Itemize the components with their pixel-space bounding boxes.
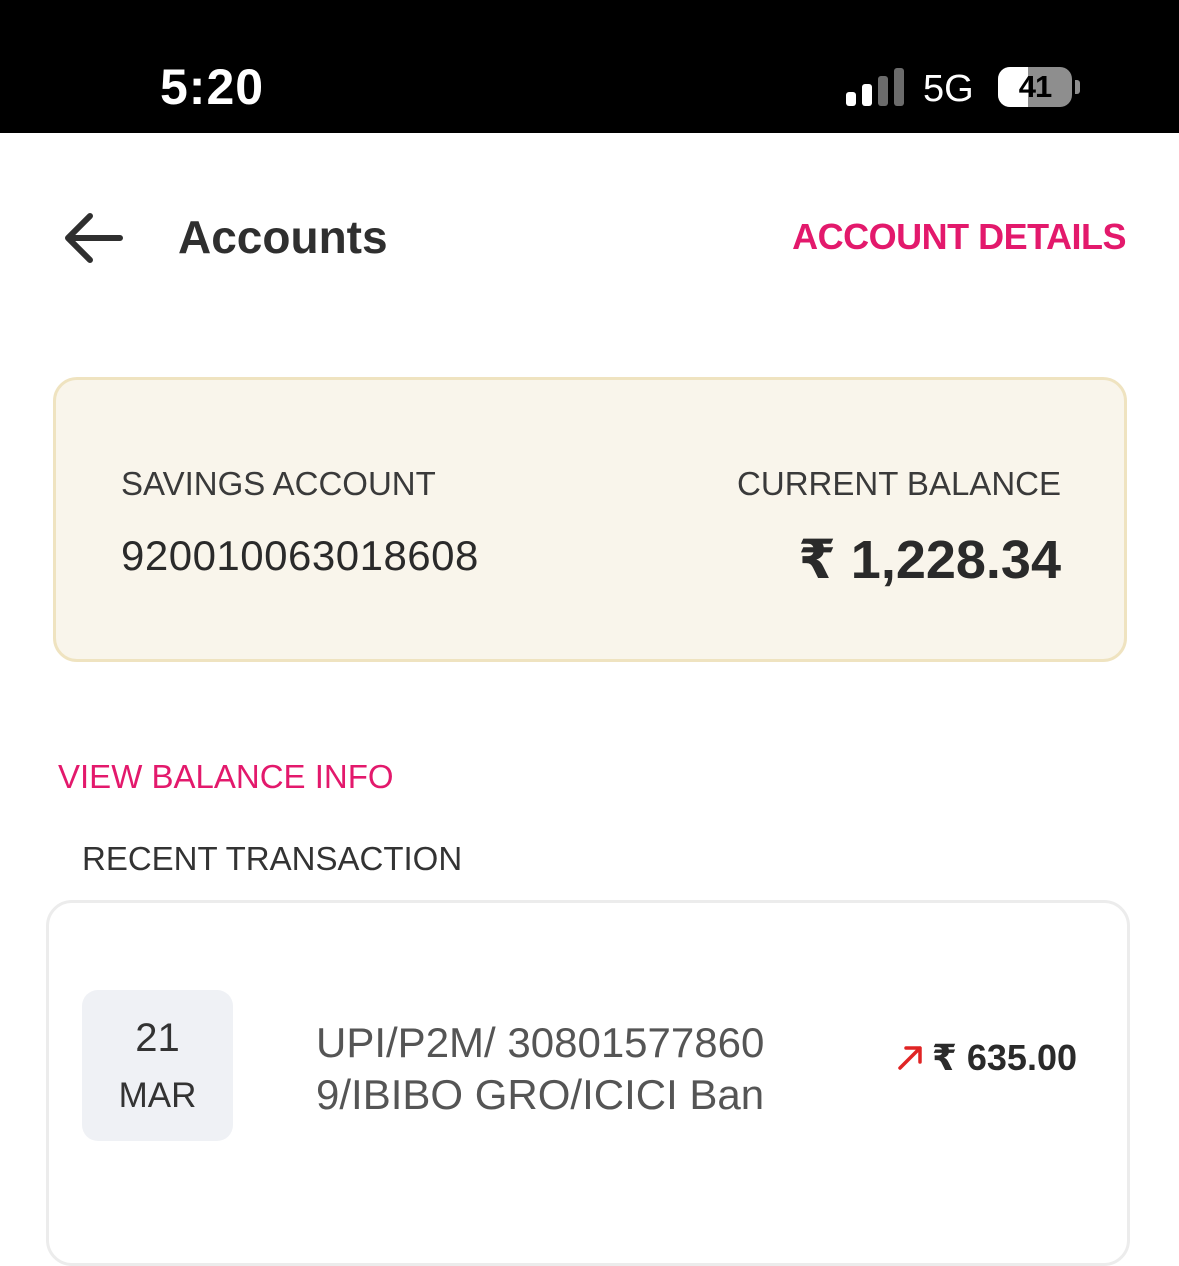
arrow-left-icon xyxy=(65,213,123,263)
battery-level: 41 xyxy=(1018,69,1052,104)
status-bar: 5:20 5G 41 xyxy=(0,0,1179,133)
current-balance-value: ₹ 1,228.34 xyxy=(798,530,1061,590)
account-number: 920010063018608 xyxy=(121,532,479,579)
transaction-date: 21 MAR xyxy=(82,990,233,1141)
arrow-up-right-icon xyxy=(898,1046,922,1070)
account-details-link[interactable]: ACCOUNT DETAILS xyxy=(792,216,1126,258)
page-title: Accounts xyxy=(178,211,388,263)
network-type: 5G xyxy=(923,68,974,110)
transaction-day: 21 xyxy=(135,1016,180,1060)
transaction-description: UPI/P2M/ 308015778609/IBIBO GRO/ICICI Ba… xyxy=(316,1019,765,1118)
transaction-card[interactable]: 21 MAR UPI/P2M/ 308015778609/IBIBO GRO/I… xyxy=(46,900,1130,1266)
savings-account-card[interactable]: SAVINGS ACCOUNT 920010063018608 CURRENT … xyxy=(53,377,1127,662)
current-balance-label: CURRENT BALANCE xyxy=(737,465,1061,502)
status-time: 5:20 xyxy=(160,59,265,115)
signal-strength-icon xyxy=(846,68,906,106)
transaction-amount: ₹ 635.00 xyxy=(931,1037,1077,1078)
battery-icon: 41 xyxy=(998,67,1072,107)
battery-cap xyxy=(1075,80,1080,94)
transaction-month: MAR xyxy=(118,1076,197,1115)
transaction-amount-row: ₹ 635.00 xyxy=(896,1037,1077,1079)
view-balance-info-link[interactable]: VIEW BALANCE INFO xyxy=(58,758,394,796)
recent-transaction-title: RECENT TRANSACTION xyxy=(82,840,463,877)
account-type-label: SAVINGS ACCOUNT xyxy=(121,465,436,502)
back-button[interactable] xyxy=(60,205,126,271)
